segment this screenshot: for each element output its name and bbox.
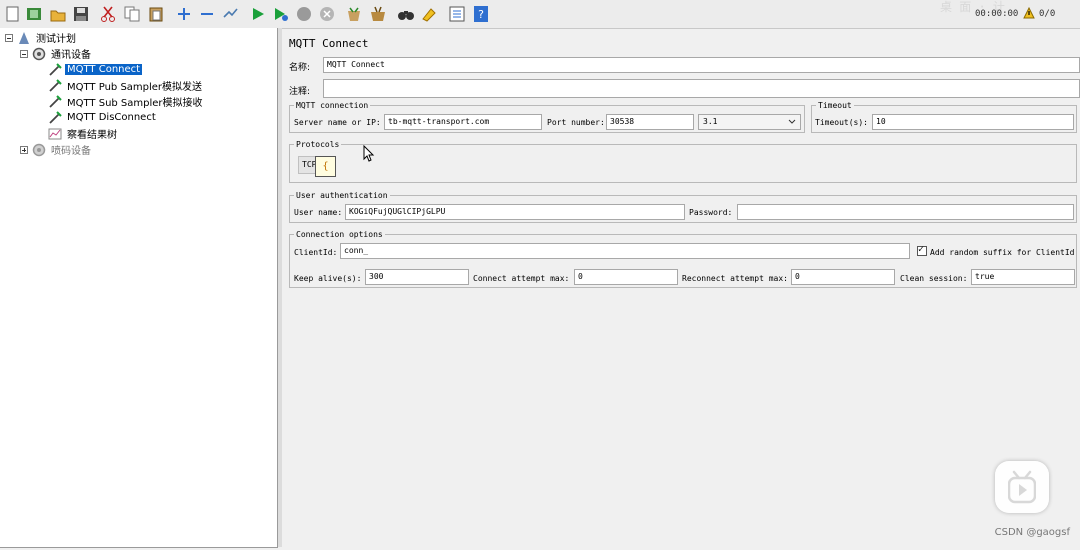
port-label: Port number: <box>547 118 605 127</box>
mqtt-version-value: 3.1 <box>703 117 718 126</box>
comment-label: 注释: <box>289 87 311 97</box>
tree-node-thread-group[interactable]: 通讯设备 <box>20 46 93 61</box>
listener-icon <box>48 128 62 139</box>
reconnect-attempt-label: Reconnect attempt max: <box>682 274 788 283</box>
protocols-group: Protocols <box>289 140 1077 183</box>
tree-node-mqtt-sub[interactable]: MQTT Sub Sampler模拟接收 <box>48 94 205 109</box>
protocols-legend: Protocols <box>296 140 340 149</box>
clean-session-field[interactable]: true <box>971 269 1075 285</box>
stop-icon[interactable] <box>295 5 313 23</box>
svg-text:?: ? <box>478 8 484 21</box>
timeout-legend: Timeout <box>818 101 852 110</box>
connect-attempt-label: Connect attempt max: <box>473 274 570 283</box>
tree-node-mqtt-disconnect[interactable]: MQTT DisConnect <box>48 110 158 125</box>
chevron-down-icon <box>788 119 796 124</box>
random-suffix-label: Add random suffix for ClientId <box>930 248 1075 257</box>
clientid-label: ClientId: <box>294 248 338 257</box>
server-label: Server name or IP: <box>294 118 381 127</box>
random-suffix-checkbox[interactable] <box>917 244 927 256</box>
test-plan-icon <box>19 31 29 44</box>
protocol-tooltip: { <box>315 156 336 177</box>
tree-node-disabled-group[interactable]: 喷码设备 <box>20 142 93 157</box>
search-icon[interactable] <box>397 5 415 23</box>
pane-splitter[interactable] <box>278 28 282 547</box>
collapse-icon[interactable] <box>198 5 216 23</box>
start-icon[interactable] <box>249 5 267 23</box>
help-icon[interactable]: ? <box>472 5 490 23</box>
comment-field[interactable] <box>323 79 1080 98</box>
cut-icon[interactable] <box>99 5 117 23</box>
clientid-field[interactable]: conn_ <box>340 243 910 259</box>
reset-search-icon[interactable] <box>420 5 438 23</box>
sampler-icon <box>49 110 62 124</box>
panel-title: MQTT Connect <box>289 37 369 50</box>
tree-node-view-results-tree[interactable]: 察看结果树 <box>48 126 119 141</box>
connect-attempt-field[interactable]: 0 <box>574 269 678 285</box>
csdn-watermark: CSDN @gaogsf <box>994 527 1070 538</box>
password-field[interactable] <box>737 204 1074 220</box>
sampler-icon <box>49 94 62 108</box>
mouse-cursor-icon <box>363 145 375 162</box>
start-no-pause-icon[interactable] <box>272 5 290 23</box>
expand-icon[interactable] <box>175 5 193 23</box>
open-icon[interactable] <box>49 5 67 23</box>
sampler-icon <box>49 62 62 76</box>
toggle-icon[interactable] <box>221 5 239 23</box>
server-field[interactable]: tb-mqtt-transport.com <box>384 114 542 130</box>
clean-session-label: Clean session: <box>900 274 968 283</box>
new-icon[interactable] <box>4 5 22 23</box>
test-plan-tree: 测试计划 通讯设备 MQTT Connect MQTT Pub Sampler模… <box>0 28 278 548</box>
keepalive-label: Keep alive(s): <box>294 274 362 283</box>
templates-icon[interactable] <box>25 5 43 23</box>
reconnect-attempt-field[interactable]: 0 <box>791 269 895 285</box>
sampler-config-panel: MQTT Connect 名称: MQTT Connect 注释: MQTT c… <box>283 28 1080 548</box>
port-field[interactable]: 30538 <box>606 114 694 130</box>
thread-group-icon <box>32 47 46 60</box>
user-auth-legend: User authentication <box>296 191 388 200</box>
tree-node-mqtt-connect[interactable]: MQTT Connect <box>48 62 143 77</box>
mqtt-connection-legend: MQTT connection <box>296 101 369 110</box>
keepalive-field[interactable]: 300 <box>365 269 469 285</box>
mqtt-version-select[interactable]: 3.1 <box>698 114 801 130</box>
video-play-button[interactable] <box>995 461 1049 513</box>
save-icon[interactable] <box>72 5 90 23</box>
tree-node-mqtt-pub[interactable]: MQTT Pub Sampler模拟发送 <box>48 78 204 93</box>
shutdown-icon[interactable] <box>318 5 336 23</box>
clear-icon[interactable] <box>345 5 363 23</box>
elapsed-timer: 00:00:00 <box>975 9 1019 19</box>
clear-all-icon[interactable] <box>369 5 387 23</box>
tree-node-test-plan[interactable]: 测试计划 <box>5 30 78 45</box>
expand-toggle-icon[interactable] <box>20 145 28 154</box>
connection-options-legend: Connection options <box>296 230 383 239</box>
timeout-label: Timeout(s): <box>815 118 868 127</box>
play-icon <box>1008 470 1036 504</box>
timeout-field[interactable]: 10 <box>872 114 1074 130</box>
function-helper-icon[interactable] <box>448 5 466 23</box>
copy-icon[interactable] <box>123 5 141 23</box>
warning-icon[interactable] <box>1023 7 1035 19</box>
toolbar: ? 桌 面 · 计 00:00:00 0/0 <box>0 0 1080 29</box>
paste-icon[interactable] <box>147 5 165 23</box>
thread-counter: 0/0 <box>1039 9 1056 19</box>
name-field[interactable]: MQTT Connect <box>323 57 1080 73</box>
name-label: 名称: <box>289 63 311 73</box>
sampler-icon <box>49 78 62 92</box>
thread-group-disabled-icon <box>32 143 46 156</box>
username-label: User name: <box>294 208 343 217</box>
password-label: Password: <box>689 208 733 217</box>
username-field[interactable]: KOGiQFujQUGlCIPjGLPU <box>345 204 685 220</box>
collapse-toggle-icon[interactable] <box>20 49 28 58</box>
collapse-toggle-icon[interactable] <box>5 33 13 42</box>
